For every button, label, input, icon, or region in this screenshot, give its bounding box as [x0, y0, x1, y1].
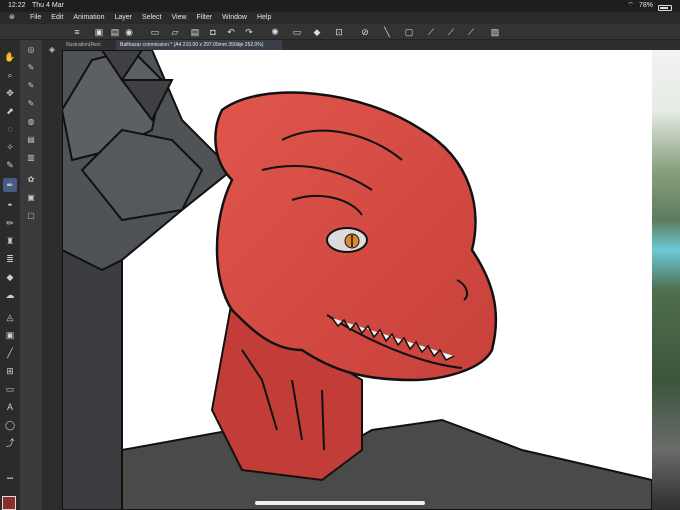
- texture-icon[interactable]: ▤: [25, 134, 37, 146]
- tab-illustration[interactable]: Illustration(Reci: [62, 40, 114, 50]
- hand-icon[interactable]: ✋: [3, 50, 17, 64]
- image-icon[interactable]: ▢: [25, 210, 37, 222]
- airbrush-icon[interactable]: ≣: [3, 252, 17, 266]
- main-color-swatch[interactable]: [2, 496, 16, 510]
- menu-bar: ⊛ File Edit Animation Layer Select View …: [0, 12, 680, 24]
- gradient-icon[interactable]: ▣: [3, 328, 17, 342]
- subtool-palette: ◎ ✎ ✎ ✎ ◍ ▤ ▥ ✿ ▣ ▢: [20, 40, 42, 510]
- status-right: ⌔ 78%: [627, 0, 672, 12]
- snap-guide-icon[interactable]: ⟋: [426, 27, 436, 37]
- menu-layer[interactable]: Layer: [114, 12, 132, 24]
- gpen-subtool-icon[interactable]: ✎: [25, 80, 37, 92]
- import-icon[interactable]: ▱: [170, 27, 180, 37]
- snap-grid-icon[interactable]: ⟋: [446, 27, 456, 37]
- lasso-icon[interactable]: ◌: [3, 122, 17, 136]
- undo-icon[interactable]: ↶: [226, 27, 236, 37]
- battery-icon: [658, 4, 672, 11]
- milli-pen-icon[interactable]: ◍: [25, 116, 37, 128]
- transform-icon[interactable]: ⊡: [334, 27, 344, 37]
- copy-icon[interactable]: ▭: [150, 27, 160, 37]
- move-icon[interactable]: ✥: [3, 86, 17, 100]
- material-icon[interactable]: ▥: [25, 152, 37, 164]
- hamburger-icon[interactable]: ≡: [72, 27, 82, 37]
- subtool-detail: ◈: [42, 40, 62, 510]
- layer-settings-icon[interactable]: ▧: [490, 27, 500, 37]
- eraser-icon[interactable]: ◓: [3, 198, 17, 212]
- document-tabs: Illustration(Reci Balthazar commission *…: [62, 40, 680, 50]
- drawing-canvas[interactable]: [62, 50, 652, 510]
- battery-fill: [660, 6, 668, 9]
- export-icon[interactable]: ▤: [190, 27, 200, 37]
- menu-view[interactable]: View: [171, 12, 186, 24]
- status-date: Thu 4 Mar: [32, 2, 64, 9]
- clear-icon[interactable]: ✺: [270, 27, 280, 37]
- snap-ruler-icon[interactable]: ▢: [404, 27, 414, 37]
- menu-edit[interactable]: Edit: [51, 12, 63, 24]
- menu-file[interactable]: File: [30, 12, 41, 24]
- menu-select[interactable]: Select: [142, 12, 161, 24]
- bucket-fill-icon[interactable]: ◬: [3, 310, 17, 324]
- camera-icon[interactable]: ◘: [208, 27, 218, 37]
- menu-help[interactable]: Help: [257, 12, 271, 24]
- fill-icon[interactable]: ▭: [292, 27, 302, 37]
- new-file-icon[interactable]: ▣: [94, 27, 104, 37]
- frame-icon[interactable]: ⊞: [3, 364, 17, 378]
- balloon-icon[interactable]: ◯: [3, 418, 17, 432]
- sync-icon[interactable]: ⊛: [9, 12, 15, 24]
- open-icon[interactable]: ▤: [110, 27, 120, 37]
- decoration-subtool-icon[interactable]: ✿: [25, 174, 37, 186]
- pen-subtool-icon[interactable]: ◎: [25, 44, 37, 56]
- ruler-icon[interactable]: ▭: [3, 382, 17, 396]
- figure-icon[interactable]: ╱: [3, 346, 17, 360]
- menu-filter[interactable]: Filter: [197, 12, 213, 24]
- wifi-icon: ⌔: [627, 2, 634, 9]
- deselect-icon[interactable]: ⊘: [360, 27, 370, 37]
- decoration-icon[interactable]: ◆: [3, 270, 17, 284]
- home-indicator: [255, 501, 425, 505]
- status-time: 12:22: [8, 2, 26, 9]
- menu-window[interactable]: Window: [222, 12, 247, 24]
- operation-icon[interactable]: ⬈: [3, 104, 17, 118]
- color-mode-icon[interactable]: ▪▪▪: [3, 472, 17, 486]
- blend-icon[interactable]: ☁: [3, 288, 17, 302]
- menu-list: File Edit Animation Layer Select View Fi…: [30, 12, 271, 24]
- menu-animation[interactable]: Animation: [73, 12, 104, 24]
- brush-icon[interactable]: ♜: [3, 234, 17, 248]
- text-icon[interactable]: A: [3, 400, 17, 414]
- command-bar: ≡ ▣ ▤ ◉ ▭ ▱ ▤ ◘ ↶ ↷ ✺ ▭ ◆ ⊡ ⊘ ╲ ▢ ⟋ ⟋ ⟋ …: [0, 24, 680, 40]
- marker-subtool-icon[interactable]: ✎: [25, 62, 37, 74]
- eyedropper-icon[interactable]: ✎: [3, 158, 17, 172]
- show-ruler-icon[interactable]: ╲: [382, 27, 392, 37]
- magic-wand-icon[interactable]: ✧: [3, 140, 17, 154]
- turnip-pen-icon[interactable]: ✎: [25, 98, 37, 110]
- pencil-icon[interactable]: ✏: [3, 216, 17, 230]
- tool-palette: ✋ ⌕ ✥ ⬈ ◌ ✧ ✎ ✒ ◓ ✏ ♜ ≣ ◆ ☁ ◬ ▣ ╱ ⊞ ▭ A …: [0, 40, 20, 510]
- artwork: [62, 50, 652, 510]
- ios-status-bar: 12:22 Thu 4 Mar ⌔ 78%: [0, 0, 680, 12]
- redo-icon[interactable]: ↷: [244, 27, 254, 37]
- layer-icon[interactable]: ◈: [46, 44, 58, 56]
- settings-icon[interactable]: ⟋: [466, 27, 476, 37]
- folder-icon[interactable]: ▣: [25, 192, 37, 204]
- zoom-icon[interactable]: ⌕: [3, 68, 17, 82]
- pen-icon[interactable]: ✒: [3, 178, 17, 192]
- tab-balthazar-commission[interactable]: Balthazar commission * (A4 210.00 x 297.…: [116, 40, 282, 50]
- battery-percent: 78%: [638, 2, 653, 9]
- select-all-icon[interactable]: ◆: [312, 27, 322, 37]
- reference-image: [652, 50, 680, 510]
- correct-line-icon[interactable]: ⤴: [3, 436, 17, 450]
- save-icon[interactable]: ◉: [124, 27, 134, 37]
